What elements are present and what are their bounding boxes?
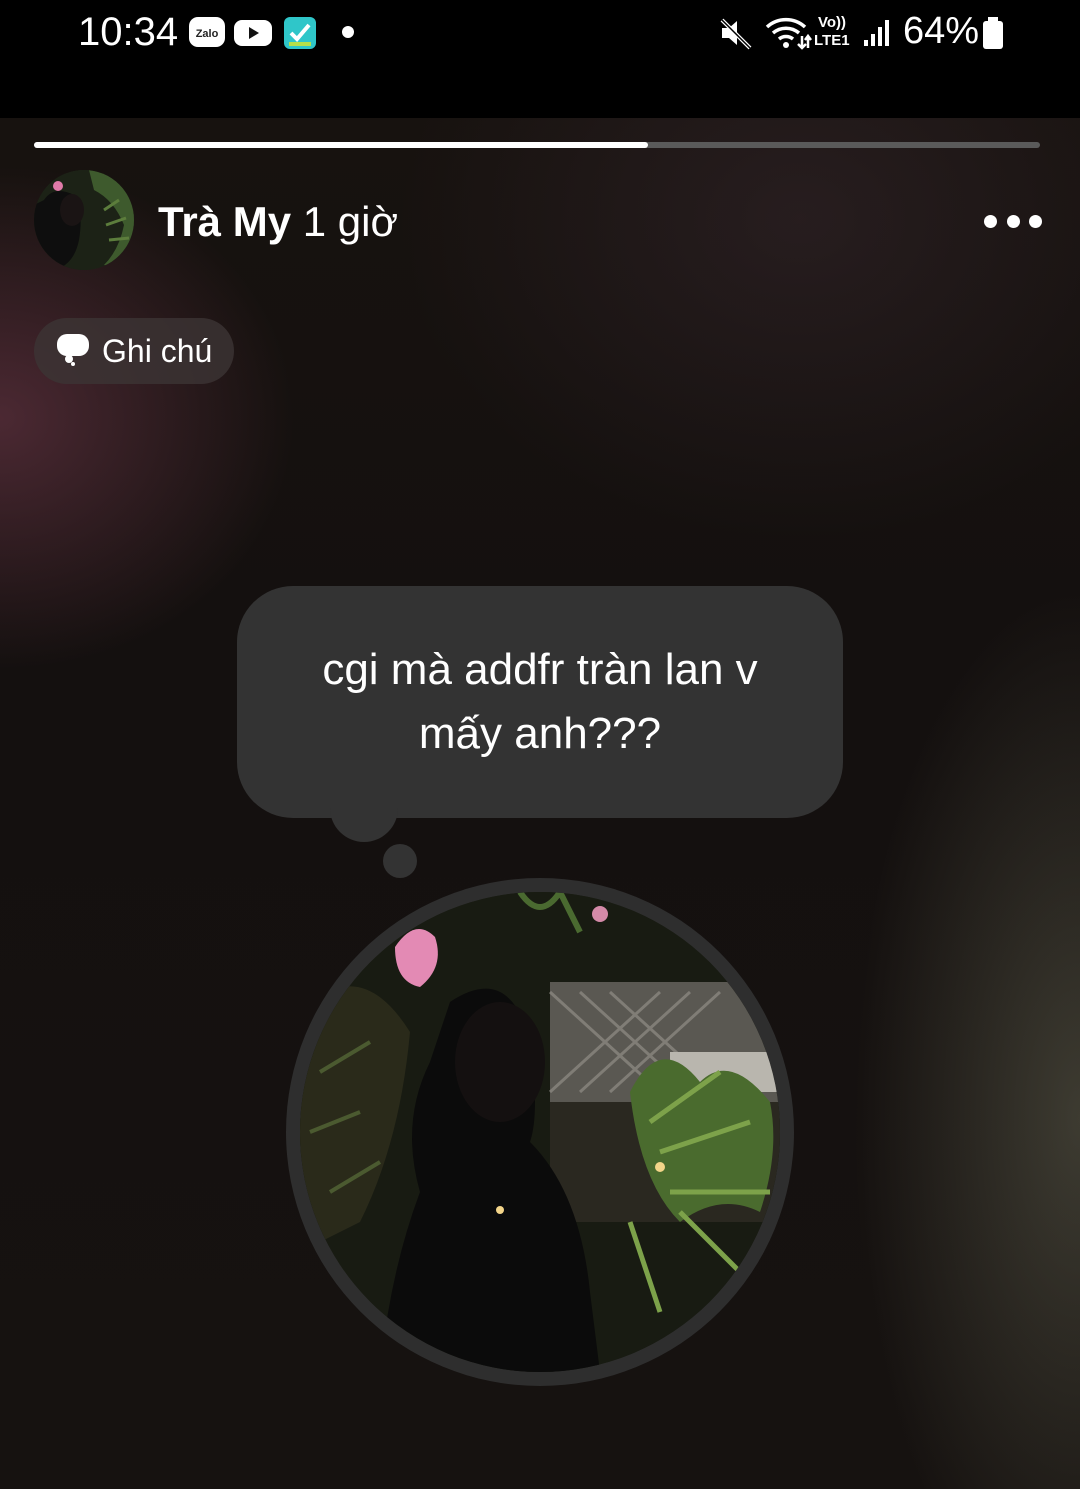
check-app-icon [283,16,317,50]
dot-icon [340,16,356,50]
time-ago: 1 giờ [302,198,398,245]
youtube-icon [233,16,273,50]
mute-icon [718,16,754,50]
wifi-icon [764,16,812,50]
note-chip-label: Ghi chú [102,332,213,369]
story-progress-fill [34,142,648,148]
note-bubble: cgi mà addfr tràn lan v mấy anh??? [237,586,843,818]
bubble-tail-large [330,798,398,842]
battery-icon [980,16,1006,50]
status-bar: 10:34 Zalo Vo)) LTE1 64% [0,0,1080,118]
svg-text:Zalo: Zalo [196,28,219,40]
zalo-icon: Zalo [188,16,226,50]
more-horizontal-icon[interactable] [984,206,1042,236]
story-viewer[interactable]: Trà My 1 giờ Ghi chú cgi mà addfr tràn l… [0,118,1080,1489]
bubble-tail-small [383,844,417,878]
author-name[interactable]: Trà My [158,198,291,245]
avatar[interactable] [34,170,134,270]
note-chip[interactable]: Ghi chú [34,318,235,384]
profile-photo[interactable] [300,892,780,1372]
status-time: 10:34 [78,10,179,54]
signal-icon [862,16,890,50]
battery-percent: 64% [903,10,980,52]
note-text: cgi mà addfr tràn lan v mấy anh??? [322,645,758,758]
story-author[interactable]: Trà My 1 giờ [158,198,398,246]
thought-bubble-icon [56,332,90,371]
volte-icon: Vo)) LTE1 [814,14,850,49]
story-progress-bar [34,142,1040,148]
